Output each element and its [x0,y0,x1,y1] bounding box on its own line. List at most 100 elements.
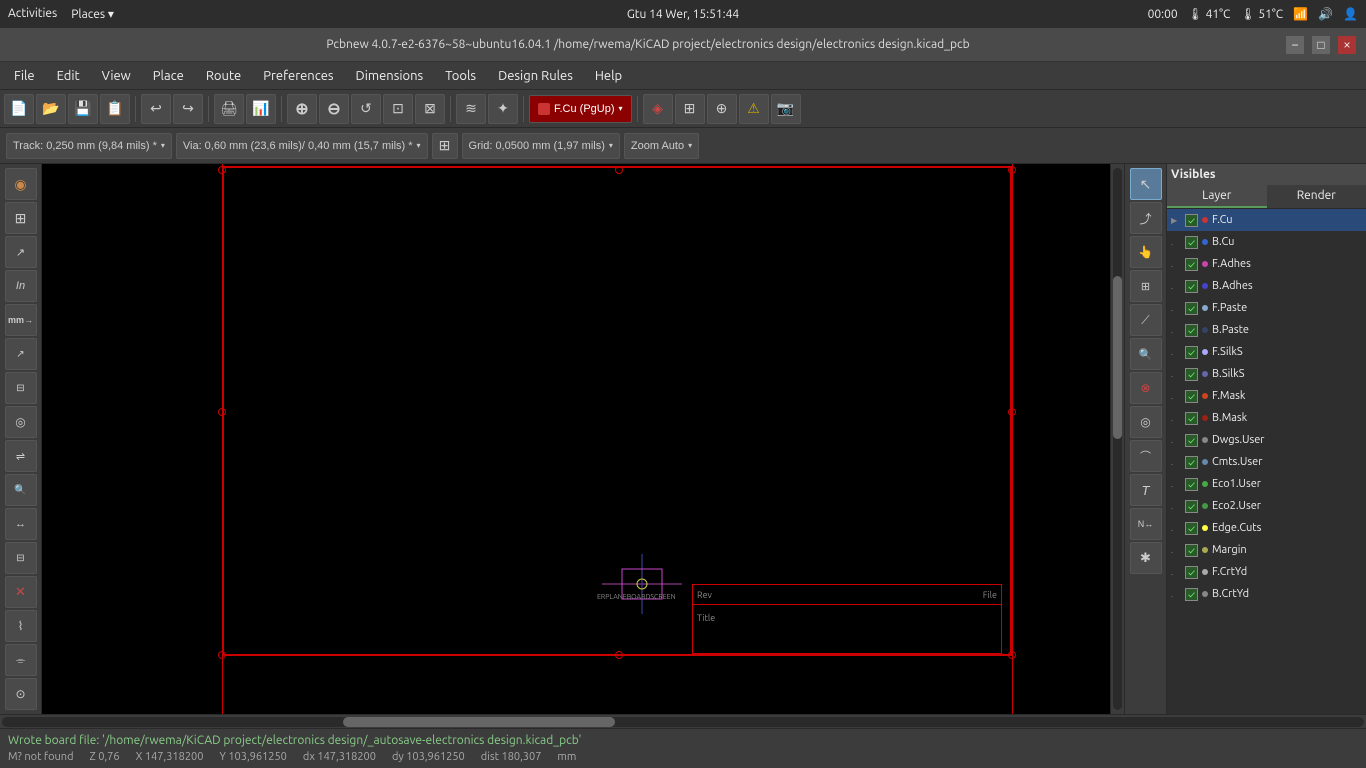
layer-eco2[interactable]: . ✓ Eco2.User [1167,495,1366,517]
setup-button[interactable]: ⊞ [675,94,705,124]
layer-fcu[interactable]: ▶ ✓ F.Cu [1167,209,1366,231]
route-diff-tool[interactable]: ⇌ [5,440,37,472]
activities-btn[interactable]: Activities [8,7,57,21]
grid-icon-btn[interactable]: ⊞ [432,133,458,159]
graphic-tool[interactable]: ⌇ [5,610,37,642]
fsilks-checkbox[interactable]: ✓ [1185,346,1198,359]
dwgs-checkbox[interactable]: ✓ [1185,434,1198,447]
maximize-button[interactable]: □ [1312,36,1330,54]
menu-route[interactable]: Route [196,67,251,85]
select-tool[interactable]: ↖ [1130,168,1162,200]
layer-dwgs[interactable]: . ✓ Dwgs.User [1167,429,1366,451]
badhes-checkbox[interactable]: ✓ [1185,280,1198,293]
layer-bsilks[interactable]: . ✓ B.SilkS [1167,363,1366,385]
layer-bmask[interactable]: . ✓ B.Mask [1167,407,1366,429]
new-button[interactable]: 📄 [4,94,34,124]
zone-tool[interactable]: ⊟ [5,542,37,574]
measure-tool[interactable]: ↔ [5,508,37,540]
margin-checkbox[interactable]: ✓ [1185,544,1198,557]
teardrops-tool[interactable]: ⌯ [5,644,37,676]
add-module-tool[interactable]: ⊟ [5,372,37,404]
wire-tool[interactable]: ⟋ [1130,304,1162,336]
canvas-area[interactable]: ERPLANEBOARDSCREEN Rev File Title [42,164,1110,714]
grid-orig-button[interactable]: ⊕ [707,94,737,124]
horizontal-scrollbar[interactable] [0,714,1366,728]
layer-cmts[interactable]: . ✓ Cmts.User [1167,451,1366,473]
layer-fadhes[interactable]: . ✓ F.Adhes [1167,253,1366,275]
minimize-button[interactable]: − [1286,36,1304,54]
menu-dimensions[interactable]: Dimensions [346,67,434,85]
redo-button[interactable]: ↪ [173,94,203,124]
layer-fsilks[interactable]: . ✓ F.SilkS [1167,341,1366,363]
menu-design-rules[interactable]: Design Rules [488,67,583,85]
fcrtyd-checkbox[interactable]: ✓ [1185,566,1198,579]
tab-layer[interactable]: Layer [1167,185,1267,208]
zoom-in-button[interactable]: ⊕ [287,94,317,124]
delete-tool[interactable]: ✕ [5,576,37,608]
bsilks-checkbox[interactable]: ✓ [1185,368,1198,381]
magnify-tool[interactable]: 🔍 [1130,338,1162,370]
bcu-checkbox[interactable]: ✓ [1185,236,1198,249]
menu-edit[interactable]: Edit [47,67,90,85]
track-select[interactable]: Track: 0,250 mm (9,84 mils) * ▾ [6,133,172,159]
mm-tool[interactable]: mm→ [5,304,37,336]
tab-render[interactable]: Render [1267,185,1366,208]
screenshot-button[interactable]: 📷 [771,94,801,124]
save-button[interactable]: 💾 [68,94,98,124]
north-tool[interactable]: N↔ [1130,508,1162,540]
grid-select[interactable]: Grid: 0,0500 mm (1,97 mils) ▾ [462,133,620,159]
save-as-button[interactable]: 📋 [100,94,130,124]
zoom-refresh-button[interactable]: ↺ [351,94,381,124]
layer-margin[interactable]: . ✓ Margin [1167,539,1366,561]
pad-grid-tool[interactable]: ⊞ [1130,270,1162,302]
layer-fpaste[interactable]: . ✓ F.Paste [1167,297,1366,319]
via-select[interactable]: Via: 0,60 mm (23,6 mils)/ 0,40 mm (15,7 … [176,133,428,159]
warn-button[interactable]: ⚠ [739,94,769,124]
menu-tools[interactable]: Tools [435,67,486,85]
plot-button[interactable]: 📊 [246,94,276,124]
text-tool[interactable]: T [1130,474,1162,506]
zoom-out-button[interactable]: ⊖ [319,94,349,124]
net-button[interactable]: ≋ [456,94,486,124]
fadhes-checkbox[interactable]: ✓ [1185,258,1198,271]
zoom-lens-tool[interactable]: 🔍 [5,474,37,506]
layer-fmask[interactable]: . ✓ F.Mask [1167,385,1366,407]
add-via-tool[interactable]: ◎ [5,406,37,438]
zoom-select[interactable]: Zoom Auto ▾ [624,133,699,159]
star-tool[interactable]: ✱ [1130,542,1162,574]
no-entry-tool[interactable]: ⊗ [1130,372,1162,404]
zoom-sel-button[interactable]: ⊠ [415,94,445,124]
bcrtyd-checkbox[interactable]: ✓ [1185,588,1198,601]
fcu-checkbox[interactable]: ✓ [1185,214,1198,227]
zoom-fit-button[interactable]: ⊡ [383,94,413,124]
vertical-scrollbar[interactable] [1110,164,1124,714]
open-button[interactable]: 📂 [36,94,66,124]
layer-edge[interactable]: . ✓ Edge.Cuts [1167,517,1366,539]
eco1-checkbox[interactable]: ✓ [1185,478,1198,491]
fpaste-checkbox[interactable]: ✓ [1185,302,1198,315]
layer-fcrtyd[interactable]: . ✓ F.CrtYd [1167,561,1366,583]
add-text-tool[interactable]: In [5,270,37,302]
layer-bcrtyd[interactable]: . ✓ B.CrtYd [1167,583,1366,605]
highlight-net-tool[interactable]: ◉ [5,168,37,200]
add-line-tool[interactable]: ↗ [5,338,37,370]
menu-place[interactable]: Place [143,67,194,85]
arc-tool[interactable]: ⌒ [1130,440,1162,472]
undo-button[interactable]: ↩ [141,94,171,124]
layer-badhes[interactable]: . ✓ B.Adhes [1167,275,1366,297]
ratsnest-button[interactable]: ✦ [488,94,518,124]
edge-checkbox[interactable]: ✓ [1185,522,1198,535]
vscroll-thumb[interactable] [1113,276,1122,439]
reset-tool[interactable]: ⊙ [5,678,37,710]
route-track-tool[interactable]: ↗ [5,236,37,268]
eco2-checkbox[interactable]: ✓ [1185,500,1198,513]
menu-help[interactable]: Help [585,67,632,85]
menu-view[interactable]: View [92,67,141,85]
circle-tool[interactable]: ◎ [1130,406,1162,438]
drc-button[interactable]: ◈ [643,94,673,124]
close-button[interactable]: × [1338,36,1356,54]
bpaste-checkbox[interactable]: ✓ [1185,324,1198,337]
layer-bpaste[interactable]: . ✓ B.Paste [1167,319,1366,341]
add-pad-tool[interactable]: ⊞ [5,202,37,234]
layer-select-button[interactable]: Track: 0,250 mm (9,84 mils) * F.Cu (PgUp… [529,95,632,123]
